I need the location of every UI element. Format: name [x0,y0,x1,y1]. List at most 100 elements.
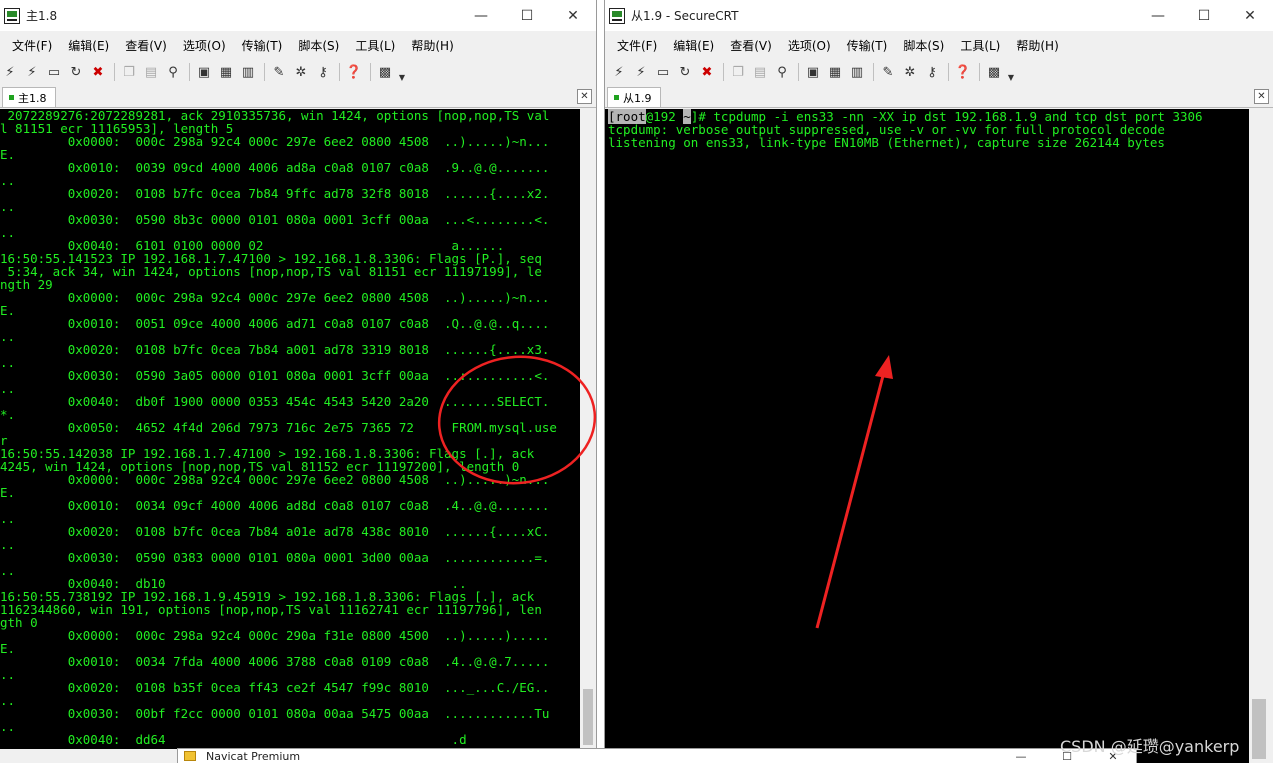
help-icon[interactable]: ❓ [344,62,364,82]
sftp-icon[interactable]: ▩ [984,62,1004,82]
quick-connect-icon[interactable]: ⚡ [631,62,651,82]
close-tab-icon[interactable]: ✕ [577,89,592,104]
terminal-line: 0x0030: 0590 8b3c 0000 0101 080a 0001 3c… [0,212,550,227]
menu-options[interactable]: 选项(O) [175,37,234,54]
disconnect-icon[interactable]: ✖ [88,62,108,82]
right-title-bar[interactable]: 从1.9 - SecureCRT — ☐ ✕ [605,0,1273,31]
securecrt-app-icon [4,7,20,24]
close-tab-icon[interactable]: ✕ [1254,89,1269,104]
connect-tab-icon[interactable]: ▭ [653,62,673,82]
terminal-line: 0x0030: 0590 0383 0000 0101 080a 0001 3d… [0,550,550,565]
print-screen-icon[interactable]: ▥ [847,62,867,82]
right-toolbar: ⚡ ⚡ ▭ ↻ ✖ ❐ ▤ ⚲ ▣ ▦ ▥ ✎ ✲ ⚷ ❓ ▩ ▼ [605,59,1273,85]
keymap-icon[interactable]: ⚷ [922,62,942,82]
chevron-down-icon[interactable]: ▼ [1006,62,1016,82]
print-screen-icon[interactable]: ▥ [238,62,258,82]
toolbar-separator [873,63,874,81]
left-title-bar[interactable]: 主1.8 — ☐ ✕ [0,0,596,31]
left-securecrt-window: 主1.8 — ☐ ✕ 文件(F) 编辑(E) 查看(V) 选项(O) 传输(T)… [0,0,597,763]
left-window-controls: — ☐ ✕ [458,0,596,31]
menu-edit[interactable]: 编辑(E) [665,37,722,54]
maximize-button[interactable]: ☐ [1181,0,1227,31]
print-setup-icon[interactable]: ▦ [216,62,236,82]
menu-script[interactable]: 脚本(S) [895,37,952,54]
chevron-down-icon[interactable]: ▼ [397,62,407,82]
reconnect-icon[interactable]: ↻ [675,62,695,82]
right-terminal[interactable]: [root@192 ~]# tcpdump -i ens33 -nn -XX i… [605,109,1249,763]
copy-icon[interactable]: ❐ [119,62,139,82]
left-terminal[interactable]: 2072289276:2072289281, ack 2910335736, w… [0,109,580,749]
terminal-output-line: listening on ens33, link-type EN10MB (Et… [608,135,1165,150]
terminal-line: 0x0020: 0108 b7fc 0cea 7b84 a001 ad78 33… [0,342,550,357]
find-icon[interactable]: ⚲ [772,62,792,82]
terminal-line: 1162344860, win 191, options [nop,nop,TS… [0,602,542,617]
connected-status-icon [614,95,619,100]
find-icon[interactable]: ⚲ [163,62,183,82]
help-icon[interactable]: ❓ [953,62,973,82]
menu-file[interactable]: 文件(F) [609,37,665,54]
print-setup-icon[interactable]: ▦ [825,62,845,82]
toolbar-separator [979,63,980,81]
terminal-line: 0x0030: 00bf f2cc 0000 0101 080a 00aa 54… [0,706,550,721]
connected-status-icon [9,95,14,100]
csdn-watermark: CSDN @延瓒@yankerp [1060,737,1240,756]
menu-help[interactable]: 帮助(H) [403,37,461,54]
menu-transfer[interactable]: 传输(T) [234,37,291,54]
terminal-line: 0x0010: 0034 7fda 4000 4006 3788 c0a8 01… [0,654,550,669]
sftp-icon[interactable]: ▩ [375,62,395,82]
connect-icon[interactable]: ⚡ [0,62,20,82]
minimize-button[interactable]: — [1135,0,1181,31]
minimize-button[interactable]: — [998,750,1044,763]
global-options-icon[interactable]: ✲ [900,62,920,82]
global-options-icon[interactable]: ✲ [291,62,311,82]
keymap-icon[interactable]: ⚷ [313,62,333,82]
menu-view[interactable]: 查看(V) [722,37,780,54]
left-window-title: 主1.8 [26,9,58,23]
session-tab[interactable]: 主1.8 [2,87,56,107]
menu-edit[interactable]: 编辑(E) [60,37,117,54]
quick-connect-icon[interactable]: ⚡ [22,62,42,82]
menu-script[interactable]: 脚本(S) [290,37,347,54]
connect-tab-icon[interactable]: ▭ [44,62,64,82]
right-scrollbar-thumb[interactable] [1252,699,1266,759]
terminal-line: 0x0000: 000c 298a 92c4 000c 290a f31e 08… [0,628,550,643]
toolbar-separator [189,63,190,81]
copy-icon[interactable]: ❐ [728,62,748,82]
toolbar-separator [370,63,371,81]
left-scrollbar[interactable] [580,109,596,749]
terminal-line: 0x0040: db0f 1900 0000 0353 454c 4543 54… [0,394,550,409]
paste-icon[interactable]: ▤ [750,62,770,82]
connect-icon[interactable]: ⚡ [609,62,629,82]
print-icon[interactable]: ▣ [194,62,214,82]
left-scrollbar-thumb[interactable] [583,689,593,745]
terminal-line: 0x0000: 000c 298a 92c4 000c 297e 6ee2 08… [0,290,550,305]
left-toolbar: ⚡ ⚡ ▭ ↻ ✖ ❐ ▤ ⚲ ▣ ▦ ▥ ✎ ✲ ⚷ ❓ ▩ ▼ [0,59,596,85]
menu-file[interactable]: 文件(F) [4,37,60,54]
securecrt-app-icon [609,7,625,24]
toolbar-separator [723,63,724,81]
right-scrollbar[interactable] [1249,109,1273,763]
session-options-icon[interactable]: ✎ [269,62,289,82]
toolbar-separator [339,63,340,81]
terminal-line: 0x0010: 0051 09ce 4000 4006 ad71 c0a8 01… [0,316,550,331]
menu-transfer[interactable]: 传输(T) [839,37,896,54]
menu-view[interactable]: 查看(V) [117,37,175,54]
session-tab[interactable]: 从1.9 [607,87,661,107]
maximize-button[interactable]: ☐ [504,0,550,31]
right-window-title: 从1.9 - SecureCRT [631,9,739,23]
navicat-window-titlebar[interactable]: Navicat Premium — ☐ ✕ [177,748,1137,763]
paste-icon[interactable]: ▤ [141,62,161,82]
menu-options[interactable]: 选项(O) [780,37,839,54]
menu-tools[interactable]: 工具(L) [952,37,1008,54]
print-icon[interactable]: ▣ [803,62,823,82]
menu-tools[interactable]: 工具(L) [347,37,403,54]
close-button[interactable]: ✕ [1227,0,1273,31]
right-menu-bar: 文件(F) 编辑(E) 查看(V) 选项(O) 传输(T) 脚本(S) 工具(L… [605,33,1273,57]
menu-help[interactable]: 帮助(H) [1008,37,1066,54]
session-options-icon[interactable]: ✎ [878,62,898,82]
terminal-line: 0x0020: 0108 b7fc 0cea 7b84 a01e ad78 43… [0,524,550,539]
minimize-button[interactable]: — [458,0,504,31]
close-button[interactable]: ✕ [550,0,596,31]
reconnect-icon[interactable]: ↻ [66,62,86,82]
disconnect-icon[interactable]: ✖ [697,62,717,82]
